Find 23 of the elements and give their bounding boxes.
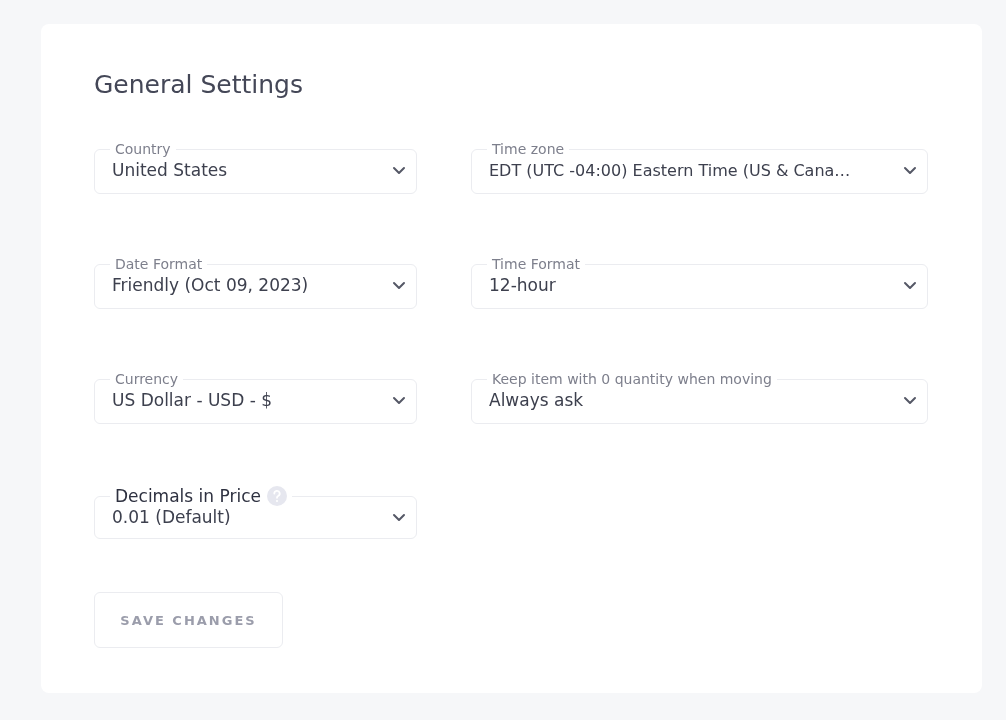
- chevron-icon: [392, 512, 406, 522]
- select-field[interactable]: Keep item with 0 quantity when moving Always ask: [471, 371, 928, 424]
- select-field[interactable]: Time zone EDT (UTC -04:00) Eastern Time (US & Cana…: [471, 141, 928, 194]
- page-title: General Settings: [94, 70, 304, 99]
- field-label: Time zone: [492, 141, 565, 157]
- help-icon[interactable]: [266, 486, 287, 506]
- field-label: Decimals in Price: [115, 486, 261, 506]
- chevron-icon: [903, 165, 917, 175]
- field-label: Currency: [115, 371, 179, 387]
- field-label: Keep item with 0 quantity when moving: [492, 371, 772, 387]
- chevron-icon: [903, 280, 917, 290]
- chevron-icon: [392, 395, 406, 405]
- chevron-icon: [392, 280, 406, 290]
- select-field[interactable]: Currency US Dollar - USD - $: [94, 371, 417, 424]
- field-label: Country: [115, 141, 171, 157]
- select-field[interactable]: Time Format 12-hour: [471, 256, 928, 309]
- field-label: Date Format: [115, 256, 203, 272]
- select-field[interactable]: Date Format Friendly (Oct 09, 2023): [94, 256, 417, 309]
- chevron-icon: [392, 165, 406, 175]
- chevron-icon: [903, 395, 917, 405]
- field-label: Time Format: [492, 256, 581, 272]
- select-field[interactable]: Decimals in Price 0.01 (Default): [94, 486, 417, 539]
- select-field[interactable]: Country United States: [94, 141, 417, 194]
